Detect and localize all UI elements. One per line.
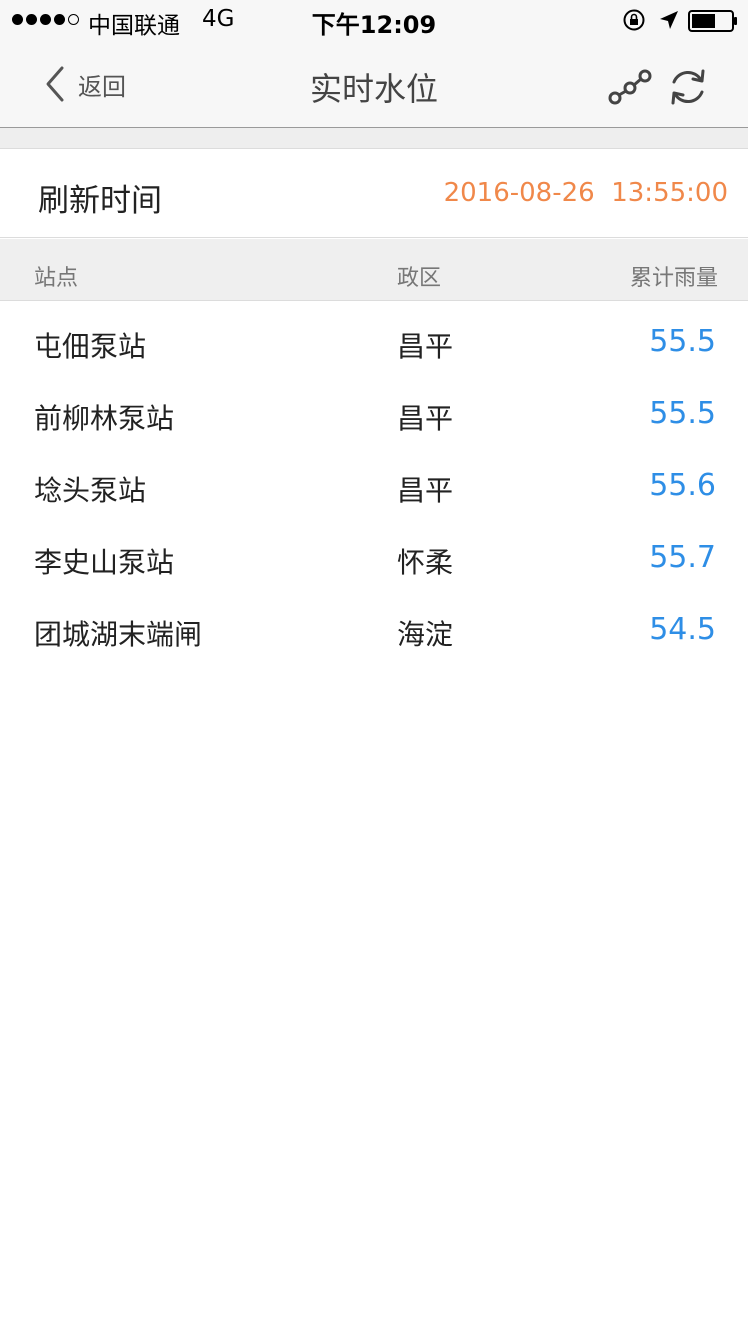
rainfall-value: 55.6: [649, 468, 716, 503]
refresh-time-row: 刷新时间 2016-08-26 13:55:00: [0, 148, 748, 238]
table-row[interactable]: 前柳林泵站 昌平 55.5: [0, 379, 748, 451]
station-name: 团城湖末端闸: [34, 618, 203, 651]
refresh-time-value: 2016-08-26 13:55:00: [443, 178, 728, 208]
section-separator: [0, 128, 748, 148]
table-row[interactable]: 屯佃泵站 昌平 55.5: [0, 307, 748, 379]
refresh-icon[interactable]: [666, 65, 710, 109]
location-arrow-icon: [660, 11, 678, 29]
station-name: 李史山泵站: [34, 546, 175, 579]
table-row[interactable]: 李史山泵站 怀柔 55.7: [0, 523, 748, 595]
district-name: 昌平: [397, 474, 454, 507]
battery-icon: [688, 10, 737, 32]
station-name: 前柳林泵站: [34, 402, 175, 435]
rainfall-value: 55.5: [649, 324, 716, 359]
station-name: 埝头泵站: [34, 474, 147, 507]
refresh-time-label: 刷新时间: [38, 183, 162, 219]
status-bar: 中国联通 4G 下午12:09: [0, 0, 748, 40]
header-rainfall: 累计雨量: [629, 266, 718, 291]
header-district: 政区: [397, 266, 442, 291]
table-row[interactable]: 埝头泵站 昌平 55.6: [0, 451, 748, 523]
district-name: 海淀: [397, 618, 454, 651]
rainfall-value: 55.7: [649, 540, 716, 575]
header-station: 站点: [34, 266, 79, 291]
district-name: 怀柔: [397, 546, 454, 579]
rainfall-value: 55.5: [649, 396, 716, 431]
rainfall-value: 54.5: [649, 612, 716, 647]
district-name: 昌平: [397, 330, 454, 363]
rotation-lock-icon: [623, 9, 645, 31]
table-row[interactable]: 团城湖末端闸 海淀 54.5: [0, 595, 748, 667]
station-list: 屯佃泵站 昌平 55.5 前柳林泵站 昌平 55.5 埝头泵站 昌平 55.6 …: [0, 307, 748, 667]
line-chart-icon[interactable]: [606, 65, 654, 109]
station-name: 屯佃泵站: [34, 330, 147, 363]
table-header: 站点 政区 累计雨量: [0, 239, 748, 301]
navigation-bar: 返回 实时水位: [0, 40, 748, 128]
district-name: 昌平: [397, 402, 454, 435]
